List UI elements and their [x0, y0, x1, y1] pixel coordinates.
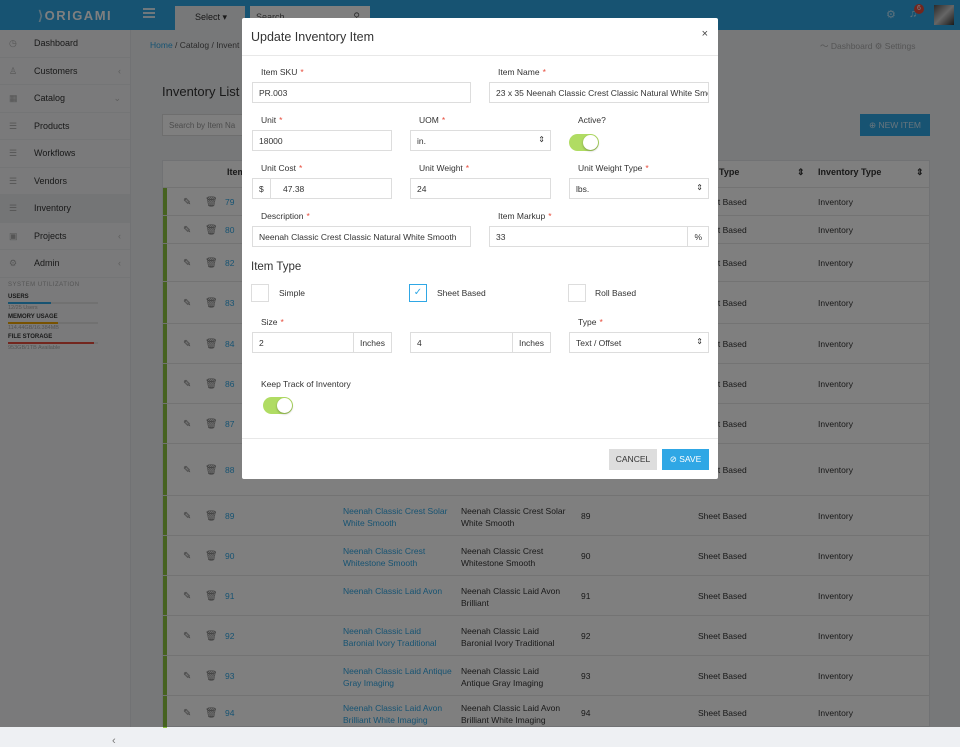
- sheet-based-checkbox[interactable]: ✓: [409, 284, 427, 302]
- inches-addon: Inches: [352, 333, 391, 352]
- collapse-sidebar-icon[interactable]: ‹: [112, 735, 116, 747]
- track-inventory-toggle[interactable]: [263, 397, 293, 414]
- check-icon: ✓: [413, 287, 423, 298]
- unit-cost-field[interactable]: $47.38: [252, 178, 392, 199]
- sheet-based-label: Sheet Based: [437, 288, 486, 298]
- simple-label: Simple: [279, 288, 305, 298]
- type-label: Type *: [578, 317, 603, 327]
- uom-select[interactable]: in. ⇕: [410, 130, 551, 151]
- save-button[interactable]: ⊘ SAVE: [662, 449, 709, 470]
- currency-addon: $: [253, 179, 271, 198]
- active-label: Active?: [578, 115, 606, 125]
- item-name-field[interactable]: 23 x 35 Neenah Classic Crest Classic Nat…: [489, 82, 709, 103]
- item-markup-label: Item Markup *: [498, 211, 552, 221]
- roll-based-checkbox[interactable]: [568, 284, 586, 302]
- item-name-label: Item Name *: [498, 67, 546, 77]
- uom-label: UOM *: [419, 115, 446, 125]
- unit-weight-label: Unit Weight *: [419, 163, 470, 173]
- unit-cost-label: Unit Cost *: [261, 163, 303, 173]
- select-arrows-icon: ⇕: [696, 337, 703, 346]
- select-arrows-icon: ⇕: [696, 183, 703, 192]
- unit-label: Unit *: [261, 115, 283, 125]
- select-arrows-icon: ⇕: [538, 135, 545, 144]
- description-label: Description *: [261, 211, 310, 221]
- toggle-knob: [277, 398, 292, 413]
- percent-addon: %: [687, 227, 708, 246]
- divider: [242, 55, 718, 56]
- close-icon[interactable]: ×: [702, 28, 708, 40]
- unit-weight-type-select[interactable]: lbs. ⇕: [569, 178, 709, 199]
- toggle-knob: [583, 135, 598, 150]
- description-field[interactable]: Neenah Classic Crest Classic Natural Whi…: [252, 226, 471, 247]
- type-select[interactable]: Text / Offset ⇕: [569, 332, 709, 353]
- sku-field[interactable]: PR.003: [252, 82, 471, 103]
- active-toggle[interactable]: [569, 134, 599, 151]
- simple-checkbox[interactable]: [251, 284, 269, 302]
- modal-title: Update Inventory Item: [251, 30, 374, 44]
- unit-weight-type-label: Unit Weight Type *: [578, 163, 649, 173]
- cancel-button[interactable]: CANCEL: [609, 449, 657, 470]
- update-inventory-modal: Update Inventory Item × Item SKU * PR.003…: [242, 18, 718, 479]
- size-height-field[interactable]: 4 Inches: [410, 332, 551, 353]
- sku-label: Item SKU *: [261, 67, 304, 77]
- track-inventory-label: Keep Track of Inventory: [261, 379, 351, 389]
- unit-weight-field[interactable]: 24: [410, 178, 551, 199]
- size-label: Size *: [261, 317, 284, 327]
- item-type-heading: Item Type: [251, 261, 302, 273]
- item-markup-field[interactable]: 33%: [489, 226, 709, 247]
- divider: [242, 438, 718, 439]
- inches-addon: Inches: [511, 333, 550, 352]
- size-width-field[interactable]: 2 Inches: [252, 332, 392, 353]
- unit-field[interactable]: 18000: [252, 130, 392, 151]
- roll-based-label: Roll Based: [595, 288, 637, 298]
